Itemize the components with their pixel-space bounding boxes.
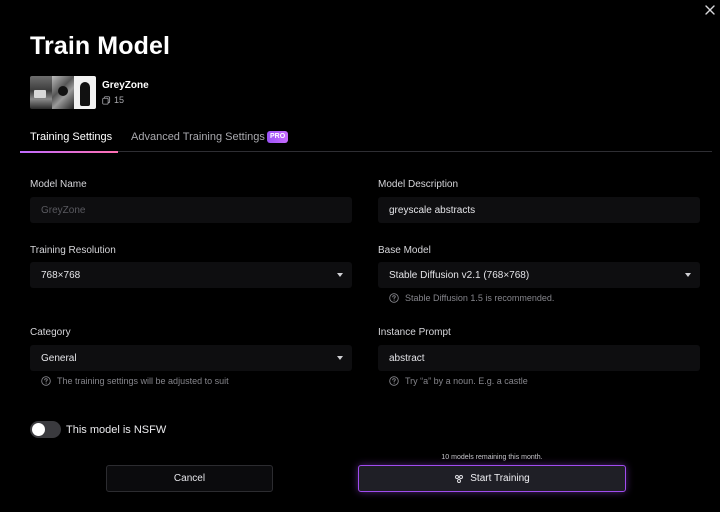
toggle-knob [32, 423, 45, 436]
dataset-thumbnail [74, 76, 96, 109]
category-value: General [41, 352, 77, 364]
model-description-value: greyscale abstracts [389, 204, 476, 216]
training-resolution-label: Training Resolution [30, 245, 116, 256]
dataset-name: GreyZone [102, 80, 149, 91]
cancel-button-label: Cancel [173, 473, 206, 484]
base-model-hint: Stable Diffusion 1.5 is recommended. [389, 293, 554, 303]
cancel-button[interactable]: Cancel [106, 465, 273, 492]
tab-advanced-training-settings[interactable]: Advanced Training Settings [131, 131, 265, 143]
base-model-label: Base Model [378, 245, 431, 256]
copy-icon [102, 95, 111, 105]
models-remaining-text: 10 models remaining this month. [441, 454, 543, 461]
sparkle-icon [455, 474, 464, 483]
help-circle-icon [41, 376, 51, 386]
start-training-label: Start Training [470, 473, 530, 484]
dialog-title: Train Model [30, 32, 171, 60]
model-name-input[interactable] [41, 204, 352, 216]
category-hint: The training settings will be adjusted t… [41, 376, 229, 386]
close-button[interactable] [702, 2, 718, 18]
nsfw-toggle[interactable] [30, 421, 61, 438]
model-name-label: Model Name [30, 179, 87, 190]
chevron-down-icon [337, 273, 343, 277]
model-description-field[interactable]: greyscale abstracts [378, 197, 700, 223]
instance-prompt-hint: Try “a” by a noun. E.g. a castle [389, 376, 528, 386]
training-resolution-value: 768×768 [41, 269, 81, 281]
instance-prompt-hint-text: Try “a” by a noun. E.g. a castle [405, 376, 528, 386]
dataset-count: 15 [102, 94, 149, 106]
base-model-hint-text: Stable Diffusion 1.5 is recommended. [405, 293, 555, 303]
tab-bar: Training Settings Advanced Training Sett… [19, 124, 712, 153]
dataset-info: GreyZone 15 [102, 79, 149, 106]
dataset-thumbnail [52, 76, 74, 109]
close-icon [705, 5, 715, 15]
chevron-down-icon [337, 356, 343, 360]
category-hint-text: The training settings will be adjusted t… [57, 376, 229, 386]
help-circle-icon [389, 376, 399, 386]
category-select[interactable]: General [30, 345, 352, 371]
nsfw-label: This model is NSFW [66, 423, 167, 436]
help-circle-icon [389, 293, 399, 303]
base-model-select[interactable]: Stable Diffusion v2.1 (768×768) [378, 262, 700, 288]
instance-prompt-field[interactable]: abstract [378, 345, 700, 371]
chevron-down-icon [685, 273, 691, 277]
dataset-thumbnail [30, 76, 52, 109]
dataset-summary: GreyZone 15 [30, 76, 149, 109]
instance-prompt-value: abstract [389, 352, 425, 364]
pro-badge: PRO [267, 131, 289, 143]
nsfw-row: This model is NSFW [30, 421, 166, 438]
dataset-thumbnails [30, 76, 96, 109]
training-resolution-select[interactable]: 768×768 [30, 262, 352, 288]
model-name-field[interactable] [30, 197, 352, 223]
base-model-value: Stable Diffusion v2.1 (768×768) [389, 269, 530, 281]
category-label: Category [30, 327, 71, 338]
dataset-count-value: 15 [114, 95, 125, 105]
start-training-button[interactable]: Start Training [358, 465, 626, 492]
instance-prompt-label: Instance Prompt [378, 327, 451, 338]
model-description-label: Model Description [378, 179, 459, 190]
tab-training-settings[interactable]: Training Settings [19, 131, 119, 153]
